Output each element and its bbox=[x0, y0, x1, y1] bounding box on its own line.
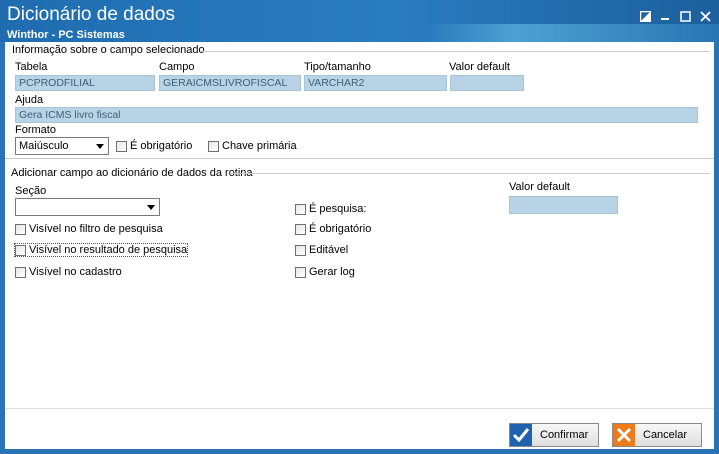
checkbox-box[interactable] bbox=[295, 266, 306, 278]
window-subtitle: Winthor - PC Sistemas bbox=[7, 29, 125, 41]
e-pesquisa-checkbox[interactable]: É pesquisa: bbox=[295, 203, 366, 215]
cancelar-button-label: Cancelar bbox=[643, 429, 688, 441]
valor-default-label: Valor default bbox=[449, 61, 510, 73]
checkbox-box[interactable] bbox=[295, 244, 306, 256]
obrigatorio-checkbox[interactable]: É obrigatório bbox=[116, 140, 192, 152]
info-section-legend: Informação sobre o campo selecionado bbox=[12, 44, 205, 56]
checkbox-box[interactable] bbox=[116, 140, 127, 152]
confirmar-button-label: Confirmar bbox=[540, 429, 589, 441]
checkbox-box[interactable] bbox=[15, 244, 26, 256]
e-obrigatorio-label: É obrigatório bbox=[309, 223, 372, 235]
tabela-field: PCPRODFILIAL bbox=[15, 75, 155, 91]
chave-primaria-checkbox[interactable]: Chave primária bbox=[208, 140, 297, 152]
obrigatorio-checkbox-label: É obrigatório bbox=[130, 140, 193, 152]
ajuda-field: Gera ICMS livro fiscal bbox=[15, 107, 698, 123]
formato-select[interactable]: Maiúsculo bbox=[15, 137, 109, 155]
restore-icon[interactable] bbox=[636, 8, 654, 24]
visivel-resultado-label: Visível no resultado de pesquisa bbox=[29, 244, 188, 256]
gerar-log-label: Gerar log bbox=[309, 266, 355, 278]
editavel-checkbox[interactable]: Editável bbox=[295, 244, 348, 256]
e-pesquisa-label: É pesquisa: bbox=[309, 203, 367, 215]
close-icon[interactable] bbox=[696, 8, 714, 24]
maximize-icon[interactable] bbox=[676, 8, 694, 24]
e-obrigatorio-checkbox[interactable]: É obrigatório bbox=[295, 223, 371, 235]
add-valor-default-field[interactable] bbox=[509, 196, 618, 214]
chevron-down-icon bbox=[96, 144, 104, 149]
visivel-cadastro-checkbox[interactable]: Visível no cadastro bbox=[15, 266, 122, 278]
visivel-resultado-checkbox[interactable]: Visível no resultado de pesquisa bbox=[13, 243, 189, 257]
info-section-divider bbox=[200, 51, 710, 52]
campo-label: Campo bbox=[159, 61, 195, 73]
secao-label: Seção bbox=[15, 185, 47, 197]
check-icon bbox=[510, 424, 532, 446]
title-bar: Dicionário de dados Winthor - PC Sistema… bbox=[0, 0, 719, 42]
section-divider bbox=[5, 158, 714, 159]
visivel-filtro-checkbox[interactable]: Visível no filtro de pesquisa bbox=[15, 223, 163, 235]
dialog-window: Dicionário de dados Winthor - PC Sistema… bbox=[0, 0, 719, 454]
minimize-icon[interactable] bbox=[656, 8, 674, 24]
button-bar: Confirmar Cancelar bbox=[5, 408, 714, 449]
checkbox-box[interactable] bbox=[15, 223, 26, 235]
checkbox-box[interactable] bbox=[295, 203, 306, 215]
cancel-x-icon bbox=[613, 424, 635, 446]
dialog-body: Informação sobre o campo selecionado Tab… bbox=[5, 42, 714, 449]
chevron-down-icon bbox=[147, 205, 155, 210]
title-bar-decoration bbox=[425, 24, 719, 42]
checkbox-box[interactable] bbox=[15, 266, 26, 278]
editavel-label: Editável bbox=[309, 244, 349, 256]
gerar-log-checkbox[interactable]: Gerar log bbox=[295, 266, 355, 278]
ajuda-label: Ajuda bbox=[15, 94, 44, 106]
cancelar-button[interactable]: Cancelar bbox=[612, 423, 702, 447]
formato-select-value: Maiúsculo bbox=[19, 140, 69, 152]
window-title: Dicionário de dados bbox=[7, 4, 175, 25]
chave-primaria-checkbox-label: Chave primária bbox=[222, 140, 297, 152]
secao-select[interactable] bbox=[15, 198, 160, 216]
add-valor-default-label: Valor default bbox=[509, 181, 570, 193]
tipo-tamanho-field: VARCHAR2 bbox=[304, 75, 447, 91]
valor-default-field bbox=[450, 75, 524, 91]
visivel-filtro-label: Visível no filtro de pesquisa bbox=[29, 223, 163, 235]
checkbox-box[interactable] bbox=[208, 140, 219, 152]
tabela-label: Tabela bbox=[15, 61, 48, 73]
confirmar-button[interactable]: Confirmar bbox=[509, 423, 599, 447]
visivel-cadastro-label: Visível no cadastro bbox=[29, 266, 122, 278]
add-section-legend: Adicionar campo ao dicionário de dados d… bbox=[11, 167, 253, 179]
campo-field: GERAICMSLIVROFISCAL bbox=[159, 75, 301, 91]
tipo-tamanho-label: Tipo/tamanho bbox=[304, 61, 371, 73]
formato-label: Formato bbox=[15, 124, 56, 136]
add-section-divider bbox=[230, 173, 710, 174]
checkbox-box[interactable] bbox=[295, 223, 306, 235]
